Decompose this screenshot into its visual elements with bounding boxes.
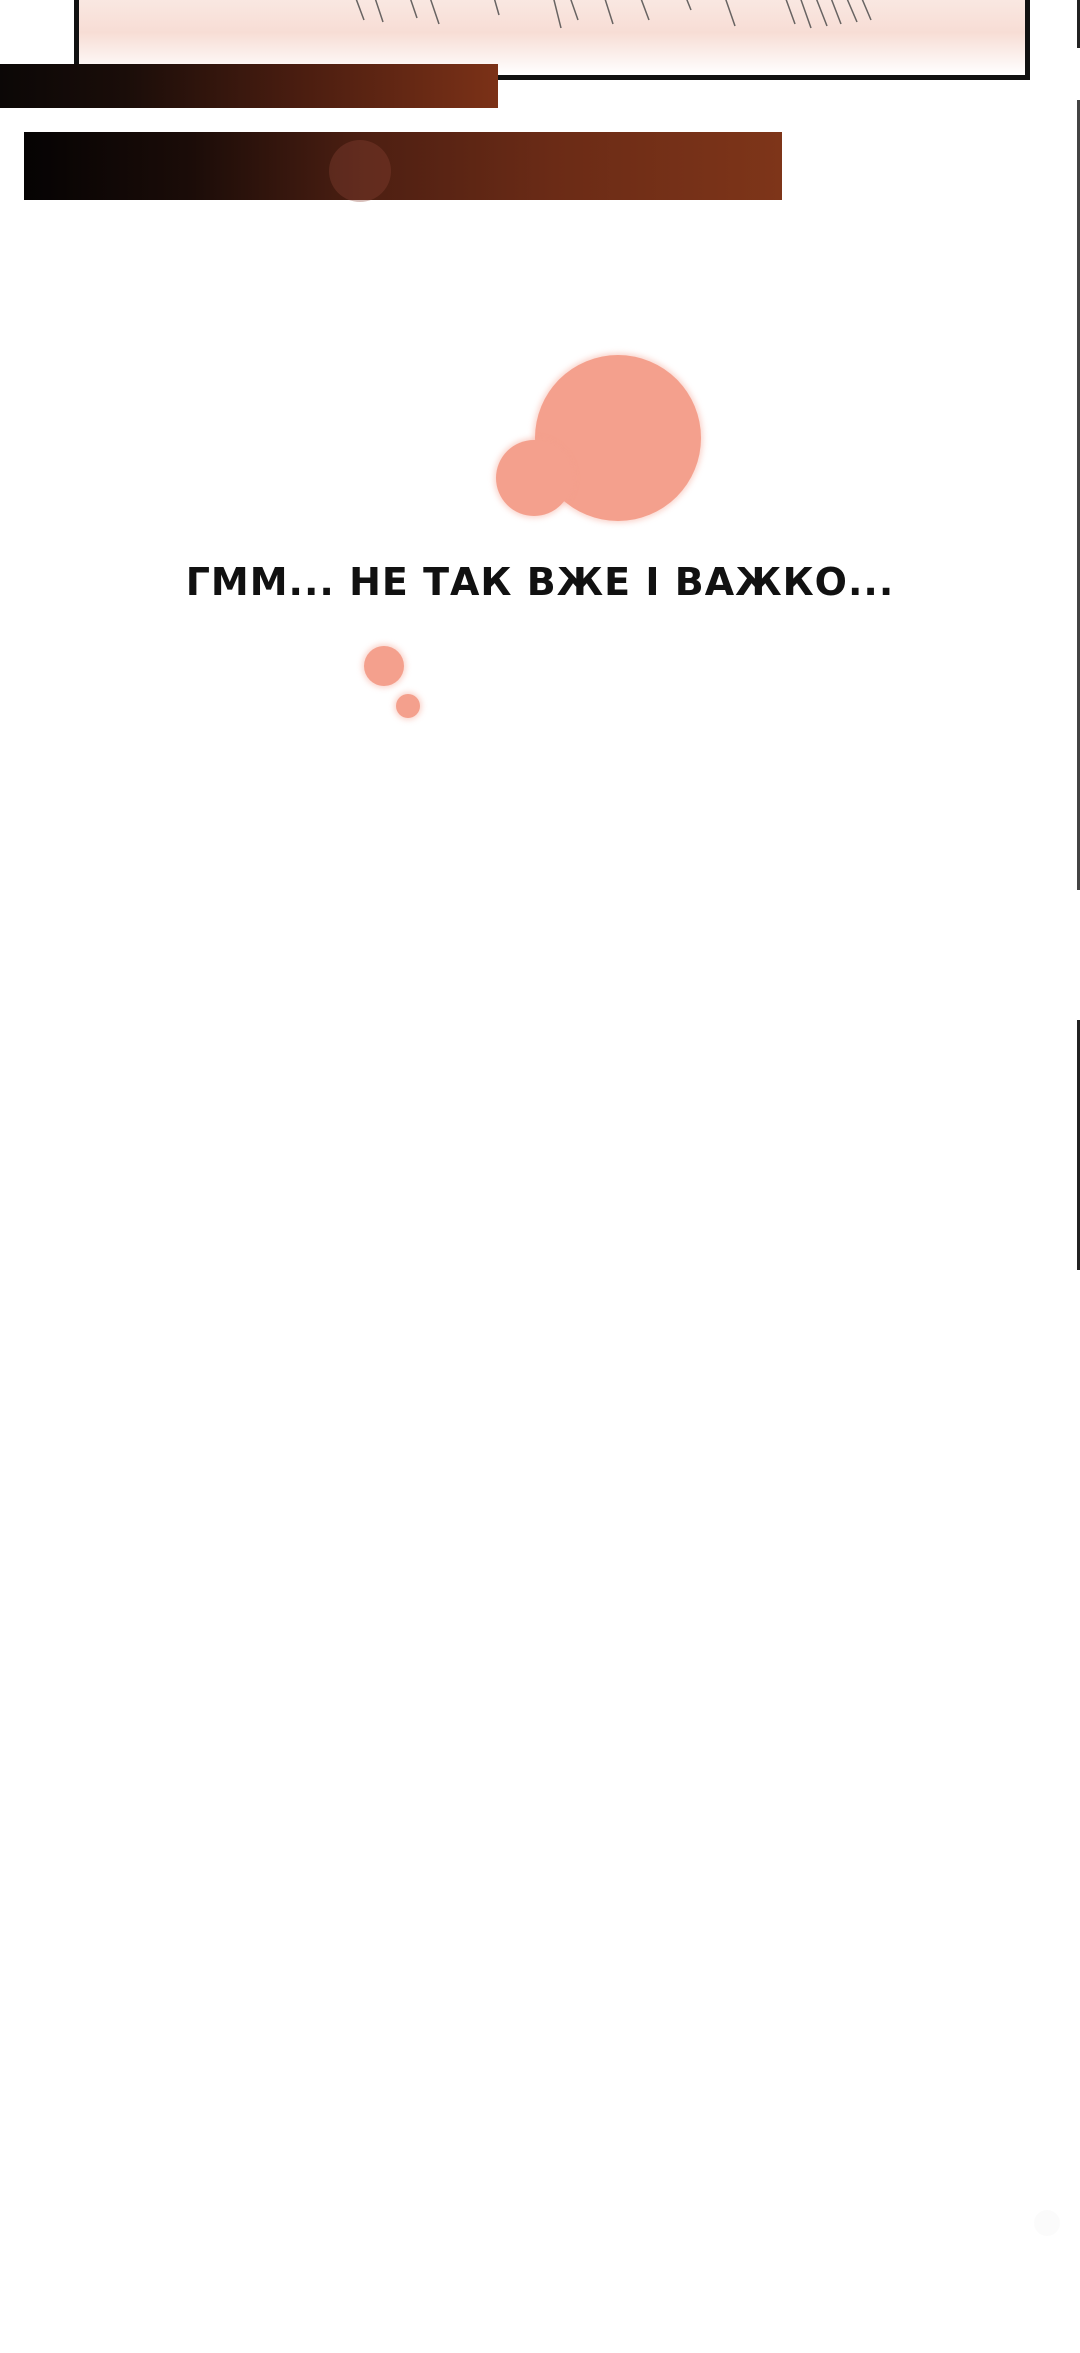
thought-bubble-dot xyxy=(364,646,404,686)
scroll-indicator xyxy=(1034,2210,1060,2236)
thought-bubble-small xyxy=(496,440,572,516)
dark-gradient-bar-wide xyxy=(24,132,782,202)
thought-caption: ГММ... НЕ ТАК ВЖЕ І ВАЖКО... xyxy=(185,560,895,604)
dark-gradient-bar xyxy=(0,64,498,108)
thought-bubble-dot-small xyxy=(396,694,420,718)
